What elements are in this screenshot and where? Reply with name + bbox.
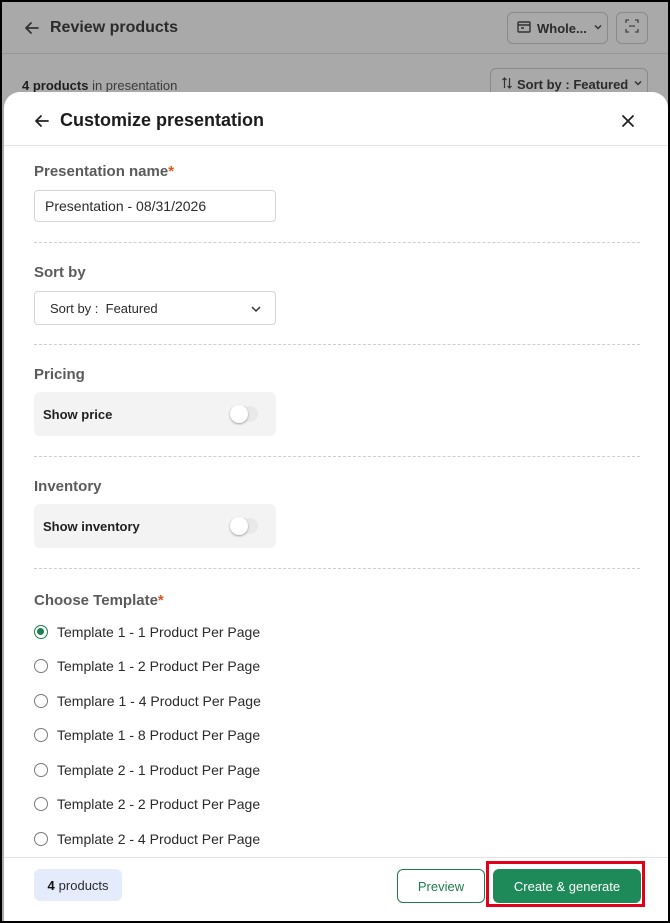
sheet-header: Customize presentation (4, 92, 668, 146)
divider (34, 568, 640, 569)
customize-presentation-sheet: Customize presentation Presentation name… (4, 92, 668, 921)
product-count: 4 products in presentation (22, 78, 177, 93)
close-icon[interactable] (618, 111, 638, 131)
template-option[interactable]: Template 1 - 2 Product Per Page (34, 656, 260, 676)
selected-count-number: 4 (47, 877, 55, 893)
store-selector-label: Whole... (537, 20, 587, 36)
template-option-label: Template 2 - 2 Product Per Page (57, 796, 261, 812)
sort-by-value: Sort by : Featured (50, 300, 158, 316)
back-arrow-icon[interactable] (32, 111, 52, 131)
template-option-label: Template 1 - 8 Product Per Page (57, 727, 261, 743)
required-mark: * (168, 163, 175, 180)
template-option[interactable]: Template 1 - 8 Product Per Page (34, 725, 260, 745)
show-inventory-label: Show inventory (43, 518, 140, 534)
sort-label: Sort by : Featured (517, 76, 629, 92)
show-price-label: Show price (43, 406, 113, 422)
choose-template-label-text: Choose Template (34, 592, 158, 609)
divider (34, 242, 640, 243)
chevron-down-icon (249, 302, 263, 316)
chevron-down-icon (632, 77, 644, 92)
presentation-name-input[interactable] (34, 190, 276, 222)
show-price-row: Show price (34, 392, 276, 436)
app-frame: Review products Whole... 4 products in p… (2, 2, 668, 921)
required-mark: * (157, 592, 164, 609)
preview-button[interactable]: Preview (397, 869, 485, 903)
sort-by-label: Sort by (34, 264, 86, 281)
product-count-suffix: in presentation (88, 78, 178, 93)
template-option-label: Templare 1 - 4 Product Per Page (57, 693, 261, 709)
page-title: Review products (50, 19, 179, 36)
radio-button[interactable] (34, 832, 48, 846)
template-option[interactable]: Template 2 - 2 Product Per Page (34, 794, 260, 814)
inventory-label: Inventory (34, 478, 102, 495)
template-option-label: Template 1 - 1 Product Per Page (57, 624, 261, 640)
radio-button[interactable] (34, 659, 48, 673)
template-option-label: Template 2 - 4 Product Per Page (57, 831, 261, 847)
template-option[interactable]: Templare 1 - 4 Product Per Page (34, 691, 261, 711)
product-count-number: 4 products (22, 78, 89, 93)
pricing-label: Pricing (34, 366, 85, 383)
selected-count-badge: 4 products (34, 869, 122, 901)
selected-count-suffix: products (58, 877, 109, 893)
back-arrow-icon[interactable] (22, 18, 42, 38)
template-option-label: Template 1 - 2 Product Per Page (57, 658, 261, 674)
sheet-title: Customize presentation (60, 110, 265, 130)
show-inventory-toggle[interactable] (230, 517, 258, 535)
sort-by-select[interactable]: Sort by : Featured (34, 291, 276, 325)
chevron-down-icon (592, 21, 604, 36)
radio-button[interactable] (34, 728, 48, 742)
scan-button[interactable] (616, 12, 648, 44)
scan-icon (624, 18, 640, 39)
highlight-box (486, 861, 645, 907)
choose-template-label: Choose Template* (34, 592, 164, 609)
radio-button[interactable] (34, 694, 48, 708)
presentation-name-label: Presentation name* (34, 163, 174, 180)
sort-arrows-icon (501, 76, 513, 92)
radio-button[interactable] (34, 797, 48, 811)
presentation-name-label-text: Presentation name (34, 163, 169, 180)
show-inventory-row: Show inventory (34, 504, 276, 548)
store-selector[interactable]: Whole... (507, 12, 608, 44)
template-option-label: Template 2 - 1 Product Per Page (57, 762, 261, 778)
divider (34, 344, 640, 345)
store-icon (516, 19, 532, 38)
template-option[interactable]: Template 1 - 1 Product Per Page (34, 622, 260, 642)
radio-button[interactable] (34, 763, 48, 777)
page-header: Review products Whole... (2, 2, 668, 54)
show-price-toggle[interactable] (230, 405, 258, 423)
divider (34, 456, 640, 457)
radio-button[interactable] (34, 625, 48, 639)
template-option[interactable]: Template 2 - 4 Product Per Page (34, 829, 260, 849)
template-option[interactable]: Template 2 - 1 Product Per Page (34, 760, 260, 780)
